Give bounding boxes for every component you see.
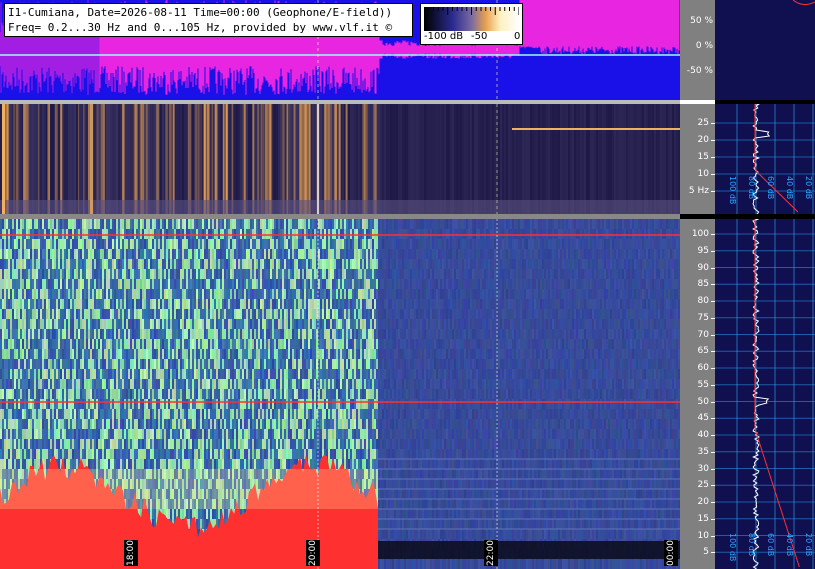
scale-label-0: 0 %	[695, 41, 713, 51]
spectrogram-high-freq	[0, 219, 680, 569]
profile-high-label-100: 100 dB	[728, 533, 737, 562]
low-freq-label-1: 20	[697, 135, 709, 145]
profile-high-label-40: 40 dB	[785, 533, 794, 557]
high-freq-label-0: 100	[691, 229, 709, 239]
time-label-2200: 22:00	[484, 540, 498, 566]
colorbar-gradient	[424, 7, 519, 31]
high-freq-label-15: 25	[697, 480, 709, 491]
low-freq-label-0: 25	[697, 118, 709, 128]
high-freq-label-2: 90	[697, 262, 709, 273]
low-freq-label-3: 10	[697, 169, 709, 179]
low-freq-label-4: 5 Hz	[688, 186, 709, 196]
high-freq-label-10: 50	[697, 396, 709, 407]
high-freq-label-14: 30	[697, 463, 709, 474]
high-freq-label-11: 45	[697, 413, 709, 424]
high-freq-label-1: 95	[697, 245, 709, 256]
waveform-scale: 50 % 0 % -50 %	[680, 0, 715, 100]
high-freq-label-13: 35	[697, 446, 709, 457]
high-freq-label-18: 10	[697, 530, 709, 541]
high-freq-label-7: 65	[697, 346, 709, 357]
high-freq-label-12: 40	[697, 430, 709, 440]
colorbar-label-low: -100 dB	[424, 31, 464, 42]
high-freq-label-16: 20	[697, 497, 709, 507]
high-freq-label-9: 55	[697, 379, 709, 390]
side-panel-decoration	[792, 0, 815, 6]
scale-label-minus50: -50 %	[686, 66, 713, 76]
high-freq-label-8: 60	[697, 363, 709, 373]
header-line-2: Freq= 0.2...30 Hz and 0...105 Hz, provid…	[8, 21, 393, 34]
profile-high-plot	[715, 219, 815, 569]
colorbar-label-high: 0	[514, 31, 521, 42]
low-freq-scale: 25 20 15 10 5 Hz	[680, 104, 715, 214]
high-freq-label-17: 15	[697, 513, 709, 524]
spectrogram-low-plot	[0, 104, 680, 214]
profile-high-label-20: 20 dB	[804, 533, 813, 557]
scale-label-50: 50 %	[690, 16, 713, 26]
profile-low-label-80: 80 dB	[747, 176, 756, 200]
time-label-2000: 20:00	[306, 540, 320, 566]
low-freq-label-2: 15	[697, 152, 709, 162]
high-freq-label-3: 85	[697, 279, 709, 290]
header-title-box: I1-Cumiana, Date=2026-08-11 Time=00:00 (…	[4, 3, 413, 37]
profile-low-label-40: 40 dB	[785, 176, 794, 200]
high-freq-label-19: 5	[703, 547, 709, 558]
vlf-monitor-page: I1-Cumiana, Date=2026-08-11 Time=00:00 (…	[0, 0, 815, 569]
colorbar-legend: -100 dB -50 0	[420, 3, 523, 45]
waveform-side-panel	[715, 0, 815, 100]
high-freq-scale: 100 95 90 85 80 75 70 65 60 55 50 45 40 35 30 25 20 15 10 5	[680, 219, 715, 569]
header-line-1: I1-Cumiana, Date=2026-08-11 Time=00:00 (…	[8, 6, 393, 19]
profile-high-label-60: 60 dB	[766, 533, 775, 557]
high-freq-label-4: 80	[697, 296, 709, 306]
profile-low-label-20: 20 dB	[804, 176, 813, 200]
profile-low-label-60: 60 dB	[766, 176, 775, 200]
profile-high-label-80: 80 dB	[747, 533, 756, 557]
high-freq-label-5: 75	[697, 312, 709, 323]
colorbar-label-mid: -50	[471, 31, 488, 42]
profile-low-freq: 100 dB 80 dB 60 dB 40 dB 20 dB	[715, 104, 815, 214]
high-freq-label-6: 70	[697, 329, 709, 340]
time-label-1800: 18:00	[124, 540, 138, 566]
profile-low-label-100: 100 dB	[728, 176, 737, 205]
profile-high-freq: 100 dB 80 dB 60 dB 40 dB 20 dB	[715, 219, 815, 569]
time-label-0000: 00:00	[664, 540, 678, 566]
spectrogram-high-plot	[0, 219, 680, 569]
spectrogram-low-freq	[0, 104, 680, 214]
